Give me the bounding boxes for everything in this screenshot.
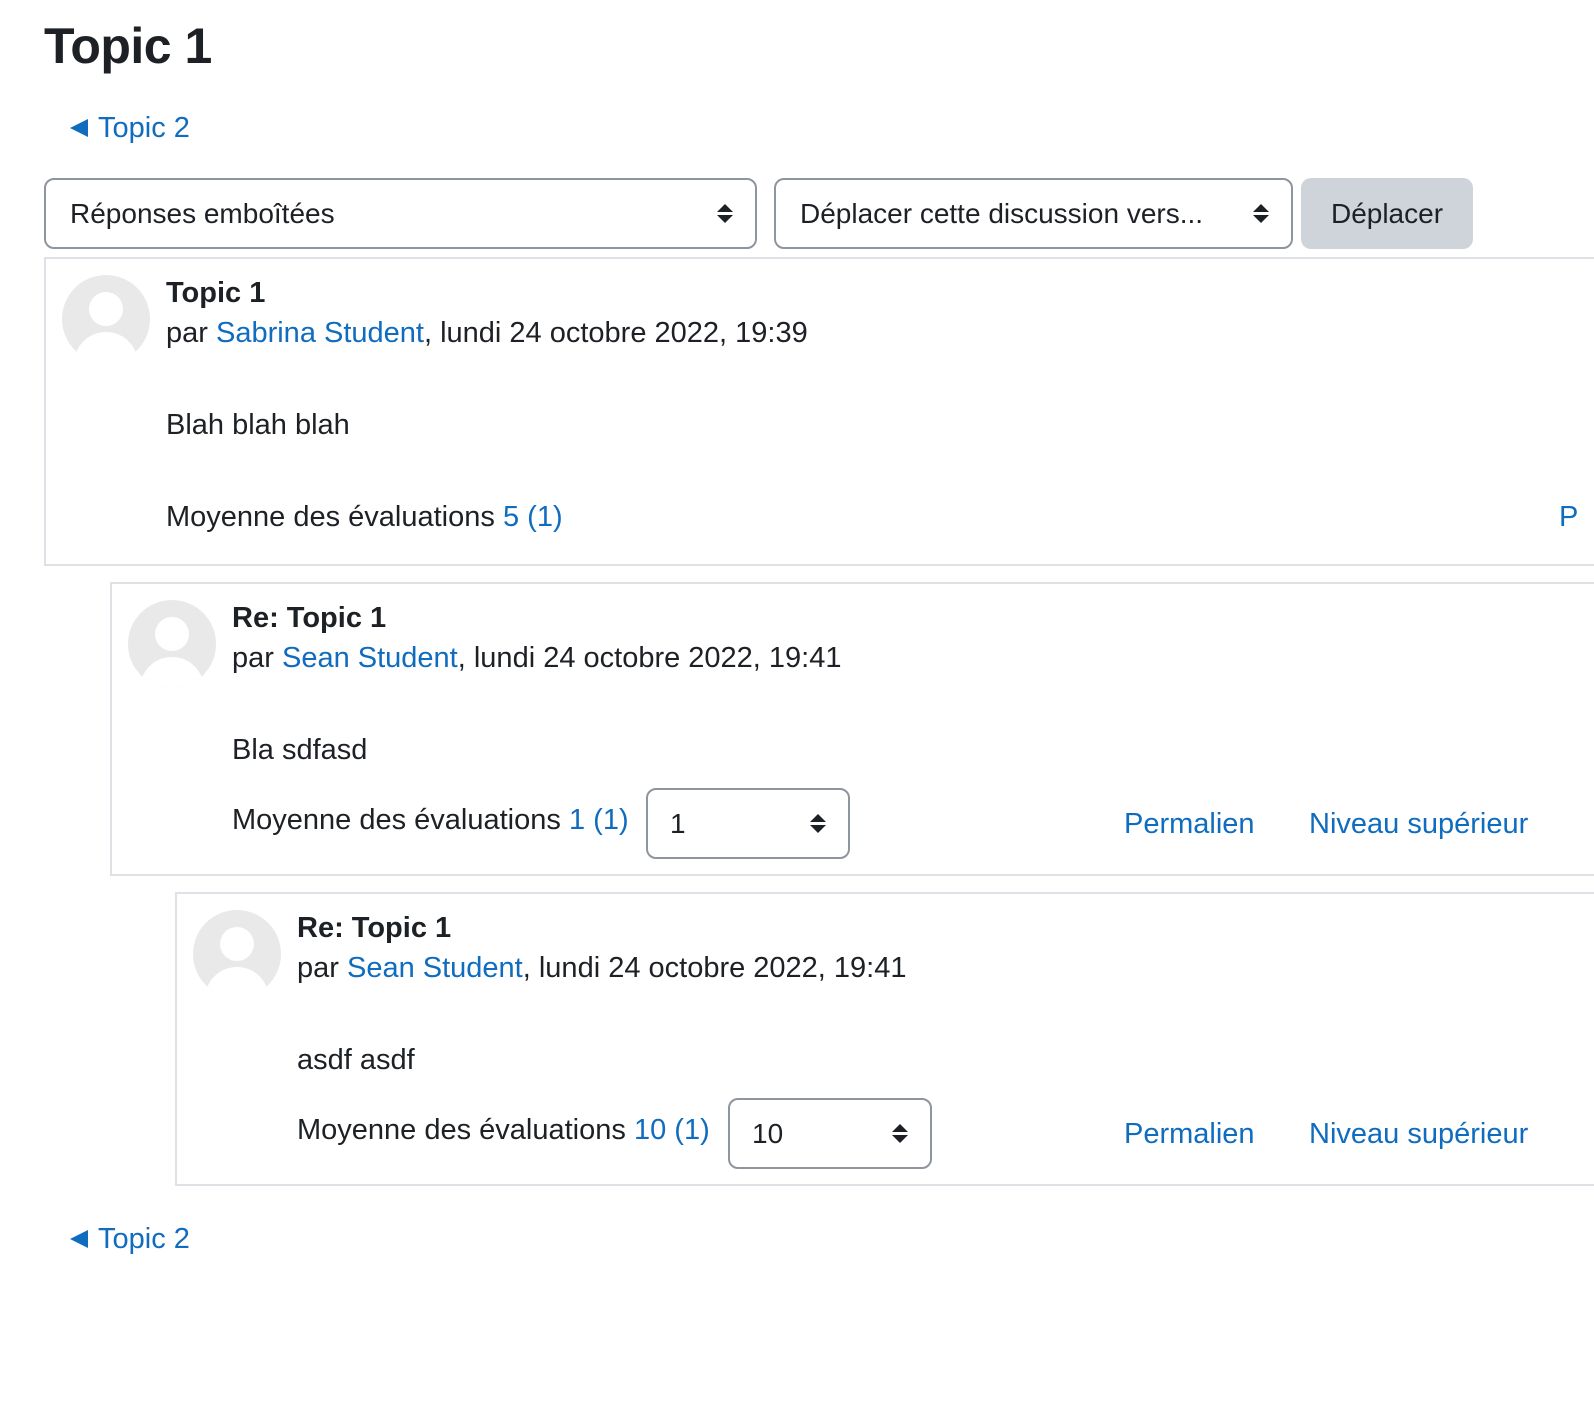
rating-count: (1)	[527, 501, 563, 533]
post-byline: par Sabrina Student, lundi 24 octobre 20…	[166, 315, 808, 351]
rating-average-link[interactable]: 10 (1)	[634, 1114, 710, 1146]
author-link[interactable]: Sabrina Student	[216, 317, 424, 349]
move-discussion-value: Déplacer cette discussion vers...	[800, 197, 1204, 229]
permalink-link[interactable]: Permalien	[1124, 806, 1255, 842]
rating-label: Moyenne des évaluations	[297, 1114, 626, 1146]
prev-discussion-link-bottom[interactable]: Topic 2	[70, 1221, 190, 1257]
post-subject: Re: Topic 1	[297, 912, 452, 944]
author-link[interactable]: Sean Student	[282, 642, 458, 674]
post-content: asdf asdf	[297, 1044, 415, 1076]
byline-prefix: par	[232, 642, 274, 674]
rating-label: Moyenne des évaluations	[166, 501, 495, 533]
triangle-left-icon	[70, 1230, 88, 1248]
post-subject: Topic 1	[166, 277, 266, 309]
forum-post: Topic 1 par Sabrina Student, lundi 24 oc…	[44, 257, 1594, 566]
prev-discussion-label: Topic 2	[98, 112, 190, 144]
permalink-link[interactable]: Permalien	[1124, 1116, 1255, 1152]
prev-discussion-label: Topic 2	[98, 1223, 190, 1255]
rating-average: 5	[502, 501, 520, 533]
post-byline: par Sean Student, lundi 24 octobre 2022,…	[297, 950, 907, 986]
updown-chevron-icon	[810, 814, 826, 833]
rating-average-link[interactable]: 1 (1)	[569, 804, 629, 836]
post-content: Blah blah blah	[166, 409, 350, 441]
rating-average: 1	[568, 804, 586, 836]
rating-average: 10	[633, 1114, 667, 1146]
rating-count: (1)	[674, 1114, 710, 1146]
page-title: Topic 1	[44, 18, 212, 74]
post-date: , lundi 24 octobre 2022, 19:41	[457, 642, 842, 674]
byline-prefix: par	[297, 952, 339, 984]
rating-select-value: 1	[670, 807, 686, 839]
rating-summary: Moyenne des évaluations 5 (1)	[166, 499, 563, 535]
post-byline: par Sean Student, lundi 24 octobre 2022,…	[232, 640, 842, 676]
rating-summary: Moyenne des évaluations 10 (1)	[297, 1112, 710, 1148]
post-content: Bla sdfasd	[232, 734, 368, 766]
display-mode-select[interactable]: Réponses emboîtées	[44, 178, 757, 249]
updown-chevron-icon	[1253, 204, 1269, 223]
user-avatar-icon[interactable]	[62, 275, 150, 363]
user-avatar-icon[interactable]	[193, 910, 281, 998]
permalink-link[interactable]: P	[1559, 499, 1578, 535]
move-button[interactable]: Déplacer	[1301, 178, 1473, 249]
parent-post-link[interactable]: Niveau supérieur	[1309, 806, 1528, 842]
rating-select[interactable]: 1	[646, 788, 850, 859]
updown-chevron-icon	[717, 204, 733, 223]
post-date: , lundi 24 octobre 2022, 19:39	[423, 317, 808, 349]
prev-discussion-link[interactable]: Topic 2	[70, 110, 190, 146]
rating-summary: Moyenne des évaluations 1 (1)	[232, 802, 629, 838]
rating-average-link[interactable]: 5 (1)	[503, 501, 563, 533]
post-subject: Re: Topic 1	[232, 602, 387, 634]
forum-post-reply: Re: Topic 1 par Sean Student, lundi 24 o…	[110, 582, 1594, 876]
author-link[interactable]: Sean Student	[347, 952, 523, 984]
rating-label: Moyenne des évaluations	[232, 804, 561, 836]
move-discussion-select[interactable]: Déplacer cette discussion vers...	[774, 178, 1293, 249]
display-mode-value: Réponses emboîtées	[70, 197, 335, 229]
forum-post-reply: Re: Topic 1 par Sean Student, lundi 24 o…	[175, 892, 1594, 1186]
user-avatar-icon[interactable]	[128, 600, 216, 688]
updown-chevron-icon	[892, 1124, 908, 1143]
parent-post-link[interactable]: Niveau supérieur	[1309, 1116, 1528, 1152]
rating-count: (1)	[593, 804, 629, 836]
post-date: , lundi 24 octobre 2022, 19:41	[522, 952, 907, 984]
byline-prefix: par	[166, 317, 208, 349]
triangle-left-icon	[70, 119, 88, 137]
rating-select[interactable]: 10	[728, 1098, 932, 1169]
rating-select-value: 10	[752, 1117, 784, 1149]
